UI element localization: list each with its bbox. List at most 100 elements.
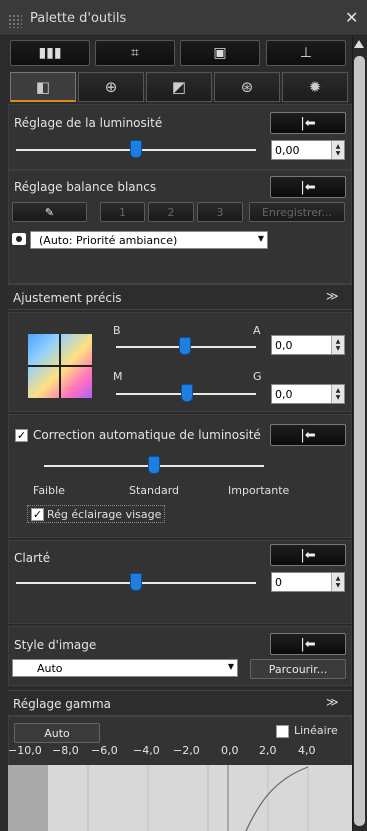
gamma-graph[interactable] — [8, 765, 352, 831]
color-grid-map[interactable] — [28, 334, 92, 398]
face-lighting-option[interactable]: ✓ Rég éclairage visage — [27, 505, 165, 523]
gamma-header[interactable]: Réglage gamma ≫ — [8, 690, 352, 716]
reset-arrow-icon: |⬅ — [300, 427, 316, 443]
reset-arrow-icon: |⬅ — [300, 115, 316, 131]
tab-color[interactable]: ⊛ — [214, 72, 280, 102]
tick-label: −4,0 — [133, 744, 160, 757]
close-icon[interactable]: ✕ — [345, 8, 358, 27]
wb-preset-2-button[interactable]: 2 — [148, 202, 194, 222]
wb-preset-1-button[interactable]: 1 — [100, 202, 145, 222]
stamp-icon: ⊥ — [299, 45, 313, 61]
scroll-up-icon[interactable] — [354, 40, 364, 48]
gamma-axis-ticks: −10,0 −8,0 −6,0 −4,0 −2,0 0,0 2,0 4,0 — [0, 744, 352, 760]
brightness-slider-thumb[interactable] — [130, 140, 142, 158]
clarity-value: 0 — [275, 575, 282, 589]
detail-zoom-icon: ⊕ — [104, 78, 118, 96]
face-lighting-label: Rég éclairage visage — [47, 508, 162, 521]
chevron-down-icon: ▼ — [257, 234, 264, 243]
wb-register-button[interactable]: Enregistrer... — [249, 202, 345, 222]
white-balance-select[interactable]: (Auto: Priorité ambiance) ▼ — [30, 231, 268, 249]
auto-lighting-reset-button[interactable]: |⬅ — [270, 424, 346, 446]
wb-preset-1-label: 1 — [119, 205, 126, 219]
browse-label: Parcourir... — [268, 662, 328, 676]
camera-icon — [12, 233, 26, 245]
ba-value-field[interactable]: 0,0 ▲ ▼ — [271, 335, 345, 355]
clarity-label: Clarté — [14, 551, 51, 565]
film-strip-button[interactable]: ▮▮▮ — [10, 40, 90, 66]
picture-style-label: Style d'image — [14, 638, 97, 652]
tick-label: 2,0 — [259, 744, 277, 757]
ba-slider-thumb[interactable] — [179, 337, 191, 355]
stepper-arrows-icon[interactable]: ▲ ▼ — [331, 385, 344, 403]
stamp-button[interactable]: ⊥ — [266, 40, 346, 66]
reset-arrow-icon: |⬅ — [300, 547, 316, 563]
wb-preset-2-label: 2 — [167, 205, 175, 219]
white-balance-reset-button[interactable]: |⬅ — [270, 176, 346, 198]
film-strip-icon: ▮▮▮ — [38, 45, 62, 61]
tick-label: −2,0 — [173, 744, 200, 757]
basic-adjust-icon: ◧ — [35, 77, 51, 96]
wb-register-label: Enregistrer... — [261, 205, 333, 219]
tone-curve-icon: ◩ — [171, 78, 187, 96]
mg-value-field[interactable]: 0,0 ▲ ▼ — [271, 384, 345, 404]
brightness-reset-button[interactable]: |⬅ — [270, 112, 346, 134]
crop-button[interactable]: ⌗ — [95, 40, 175, 66]
tab-tone-curve[interactable]: ◩ — [146, 72, 212, 102]
auto-lighting-slider-thumb[interactable] — [148, 456, 160, 474]
clarity-reset-button[interactable]: |⬅ — [270, 544, 346, 566]
stepper-arrows-icon[interactable]: ▲ ▼ — [331, 336, 344, 354]
magenta-label: M — [113, 370, 123, 383]
drag-grip-icon[interactable] — [8, 14, 22, 28]
chevron-down-icon: ▼ — [227, 662, 234, 671]
level-high-label: Importante — [228, 484, 290, 497]
auto-lighting-checkbox[interactable]: ✓ — [15, 429, 28, 442]
clarity-value-field[interactable]: 0 ▲ ▼ — [271, 572, 345, 592]
eyedropper-button[interactable]: ✎ — [12, 202, 87, 222]
image-frame-button[interactable]: ▣ — [180, 40, 260, 66]
mg-slider-thumb[interactable] — [181, 384, 193, 402]
fine-adjust-header[interactable]: Ajustement précis ≫ — [8, 284, 352, 310]
browse-button[interactable]: Parcourir... — [250, 659, 346, 679]
white-balance-label: Réglage balance blancs — [14, 180, 157, 194]
blue-label: B — [113, 324, 121, 337]
tick-label: 0,0 — [221, 744, 239, 757]
picture-style-selected: Auto — [37, 661, 63, 675]
white-balance-selected: (Auto: Priorité ambiance) — [39, 233, 178, 247]
fine-adjust-title: Ajustement précis — [13, 291, 122, 305]
brightness-value-field[interactable]: 0,00 ▲ ▼ — [271, 140, 345, 160]
tab-basic-adjust[interactable]: ◧ — [10, 72, 76, 102]
settings-gear-icon: ✹ — [308, 78, 322, 96]
clarity-slider-thumb[interactable] — [130, 573, 142, 591]
amber-label: A — [253, 324, 261, 337]
brightness-value: 0,00 — [275, 143, 300, 157]
tab-settings[interactable]: ✹ — [282, 72, 348, 102]
reset-arrow-icon: |⬅ — [300, 179, 316, 195]
tab-detail[interactable]: ⊕ — [78, 72, 144, 102]
level-low-label: Faible — [33, 484, 65, 497]
crop-icon: ⌗ — [131, 45, 139, 61]
face-lighting-checkbox[interactable]: ✓ — [31, 508, 44, 521]
stepper-arrows-icon[interactable]: ▲ ▼ — [331, 573, 344, 591]
image-frame-icon: ▣ — [213, 45, 227, 61]
wb-preset-3-label: 3 — [216, 205, 224, 219]
tick-label: −10,0 — [8, 744, 42, 757]
gamma-curve-svg — [87, 765, 309, 831]
color-wheel-icon: ⊛ — [240, 78, 254, 96]
linear-checkbox[interactable] — [276, 725, 289, 738]
linear-label: Linéaire — [294, 724, 338, 737]
stepper-arrows-icon[interactable]: ▲ ▼ — [331, 141, 344, 159]
wb-preset-3-button[interactable]: 3 — [197, 202, 243, 222]
picture-style-reset-button[interactable]: |⬅ — [270, 633, 346, 655]
green-label: G — [253, 370, 262, 383]
title-bar: Palette d'outils ✕ — [0, 0, 367, 36]
auto-lighting-label: Correction automatique de luminosité — [33, 428, 261, 442]
gamma-auto-label: Auto — [44, 726, 70, 740]
gamma-auto-button[interactable]: Auto — [14, 723, 100, 743]
scrollbar-thumb[interactable] — [354, 56, 365, 826]
level-standard-label: Standard — [129, 484, 180, 497]
tick-label: −6,0 — [91, 744, 118, 757]
ba-value: 0,0 — [275, 338, 293, 352]
picture-style-select[interactable]: Auto ▼ — [12, 659, 238, 677]
collapse-chevron-icon[interactable]: ≫ — [326, 695, 339, 709]
collapse-chevron-icon[interactable]: ≫ — [326, 289, 339, 303]
